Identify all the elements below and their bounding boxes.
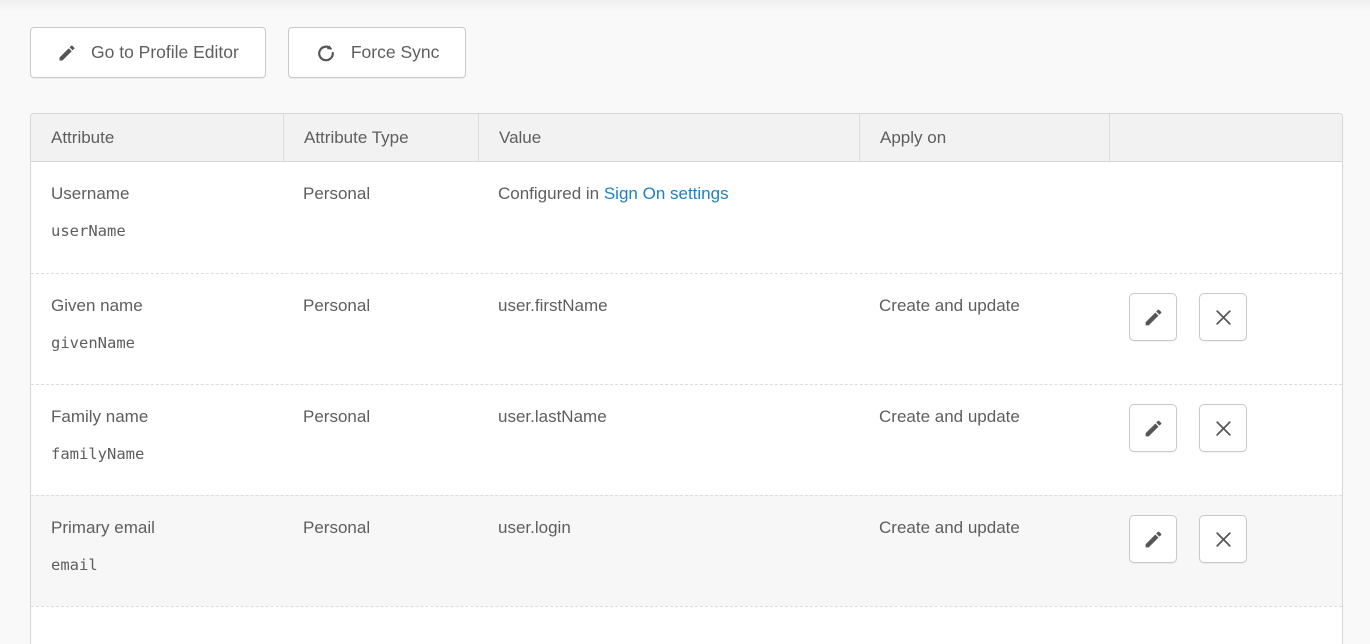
cell-attribute: Username userName <box>31 162 283 273</box>
go-to-profile-editor-button[interactable]: Go to Profile Editor <box>30 27 266 78</box>
pencil-icon <box>1143 418 1164 439</box>
attribute-label: Primary email <box>51 518 263 538</box>
cell-attribute-type: Personal <box>283 496 478 606</box>
value-with-link: Configured in Sign On settings <box>498 184 729 203</box>
pencil-icon <box>1143 307 1164 328</box>
page: Go to Profile Editor Force Sync Attribut… <box>0 0 1370 644</box>
cell-attribute: Family name familyName <box>31 385 283 495</box>
row-actions <box>1109 385 1342 495</box>
edit-attribute-button[interactable] <box>1129 293 1177 341</box>
delete-attribute-button[interactable] <box>1199 404 1247 452</box>
attribute-type-text: Personal <box>303 518 370 537</box>
column-header: Attribute <box>31 114 283 161</box>
attribute-type-text: Personal <box>303 184 370 203</box>
pencil-icon <box>1143 529 1164 550</box>
cell-apply-on <box>859 162 1109 273</box>
table-row: Primary email email Personal user.login … <box>31 495 1342 606</box>
attribute-type-text: Personal <box>303 407 370 426</box>
cell-apply-on: Create and update <box>859 274 1109 384</box>
pencil-icon <box>57 43 77 63</box>
cell-attribute-type: Personal <box>283 274 478 384</box>
attribute-variable-name: familyName <box>51 445 263 463</box>
x-icon <box>1214 308 1233 327</box>
cell-value: Configured in Sign On settings <box>478 162 859 273</box>
attribute-mapping-table: Attribute Attribute Type Value Apply on … <box>30 113 1343 644</box>
force-sync-label: Force Sync <box>351 42 440 63</box>
row-actions <box>1109 274 1342 384</box>
force-sync-button[interactable]: Force Sync <box>288 27 467 78</box>
table-row: Family name familyName Personal user.las… <box>31 384 1342 495</box>
table-row: Username userName Personal Configured in… <box>31 162 1342 273</box>
apply-on-text: Create and update <box>879 296 1020 315</box>
value-text: user.firstName <box>498 296 608 315</box>
attribute-label: Given name <box>51 296 263 316</box>
refresh-icon <box>315 42 337 64</box>
top-strip <box>0 0 1370 12</box>
attribute-label: Family name <box>51 407 263 427</box>
delete-attribute-button[interactable] <box>1199 293 1247 341</box>
value-prefix-text: Configured in <box>498 184 604 203</box>
cell-value: user.firstName <box>478 274 859 384</box>
attribute-label: Username <box>51 184 263 204</box>
cell-attribute: Given name givenName <box>31 274 283 384</box>
sign-on-settings-link[interactable]: Sign On settings <box>604 184 729 203</box>
column-header: Value <box>478 114 859 161</box>
table-row-stub <box>31 606 1342 644</box>
toolbar: Go to Profile Editor Force Sync <box>30 27 466 78</box>
delete-attribute-button[interactable] <box>1199 515 1247 563</box>
cell-apply-on: Create and update <box>859 385 1109 495</box>
value-text: user.login <box>498 518 571 537</box>
cell-attribute-type: Personal <box>283 162 478 273</box>
column-header: Attribute Type <box>283 114 478 161</box>
value-text: user.lastName <box>498 407 607 426</box>
table-body: Username userName Personal Configured in… <box>31 162 1342 606</box>
row-actions <box>1109 496 1342 606</box>
attribute-type-text: Personal <box>303 296 370 315</box>
column-header <box>1109 114 1342 161</box>
x-icon <box>1214 419 1233 438</box>
cell-value: user.lastName <box>478 385 859 495</box>
go-to-profile-editor-label: Go to Profile Editor <box>91 42 239 63</box>
apply-on-text: Create and update <box>879 518 1020 537</box>
cell-attribute-type: Personal <box>283 385 478 495</box>
x-icon <box>1214 530 1233 549</box>
table-header-row: Attribute Attribute Type Value Apply on <box>31 114 1342 162</box>
attribute-variable-name: userName <box>51 222 263 240</box>
attribute-variable-name: givenName <box>51 334 263 352</box>
edit-attribute-button[interactable] <box>1129 404 1177 452</box>
apply-on-text: Create and update <box>879 407 1020 426</box>
edit-attribute-button[interactable] <box>1129 515 1177 563</box>
attribute-variable-name: email <box>51 556 263 574</box>
cell-attribute: Primary email email <box>31 496 283 606</box>
cell-value: user.login <box>478 496 859 606</box>
cell-apply-on: Create and update <box>859 496 1109 606</box>
table-row: Given name givenName Personal user.first… <box>31 273 1342 384</box>
column-header: Apply on <box>859 114 1109 161</box>
